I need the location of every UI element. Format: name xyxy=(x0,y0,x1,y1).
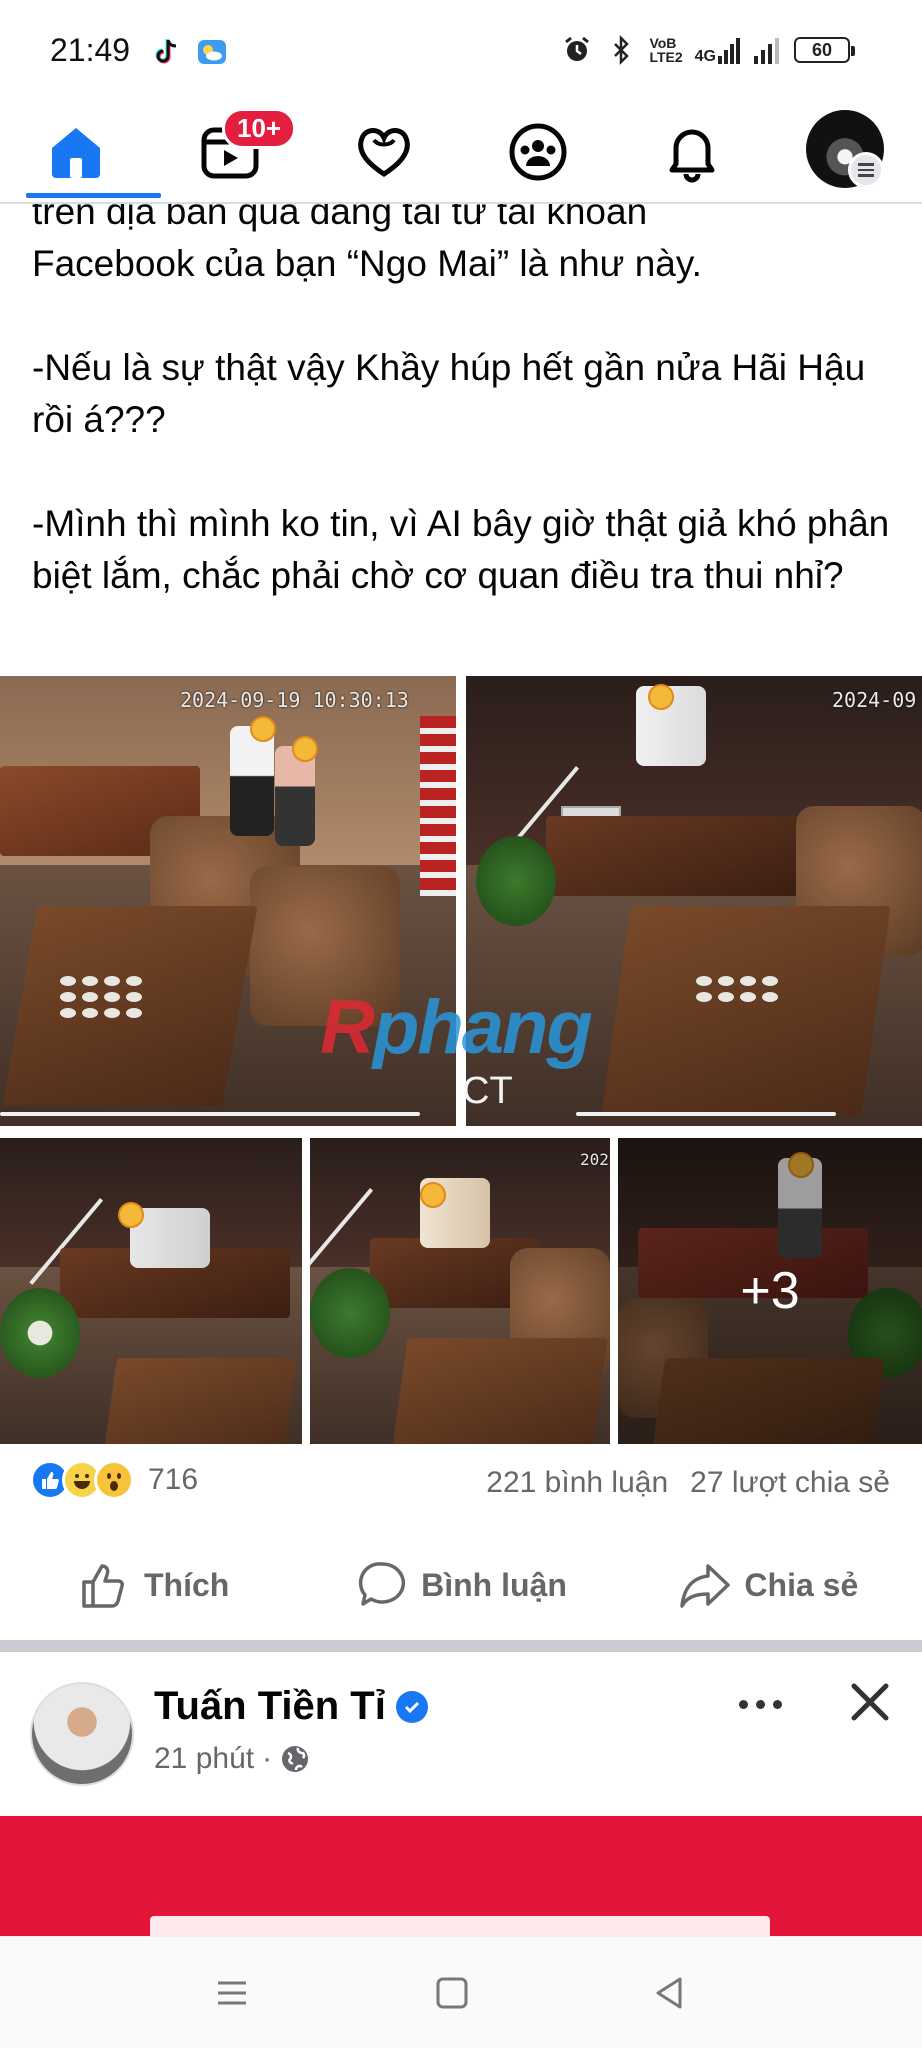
thumbs-up-icon xyxy=(82,1564,124,1608)
battery-level: 60 xyxy=(811,39,833,60)
comments-count[interactable]: 221 bình luận xyxy=(486,1466,668,1500)
wow-reaction-icon xyxy=(94,1460,134,1500)
comment-label: Bình luận xyxy=(421,1566,567,1603)
post-time: 21 phút xyxy=(154,1742,255,1775)
author-name: Tuấn Tiền Tỉ xyxy=(154,1684,386,1728)
status-left-icons xyxy=(150,36,228,68)
video-badge: 10+ xyxy=(222,108,297,149)
photo-timestamp: 2024-09 xyxy=(832,688,917,712)
nav-notifications[interactable] xyxy=(632,108,752,196)
groups-icon xyxy=(509,123,567,181)
weather-icon xyxy=(198,40,226,64)
like-button[interactable]: Thích xyxy=(0,1530,307,1640)
reaction-count: 716 xyxy=(148,1463,199,1496)
comment-bubble-icon xyxy=(358,1562,406,1606)
status-bar: 21:49 VoB LTE2 4G 60 xyxy=(0,0,922,100)
post-photo-4[interactable]: 202 xyxy=(310,1138,610,1444)
tiktok-icon xyxy=(155,39,177,64)
post-text-line: -Mình thì mình ko tin, vì AI bây giờ thậ… xyxy=(32,503,890,596)
share-button[interactable]: Chia sẻ xyxy=(615,1530,922,1640)
4g-signal-icon: 4G xyxy=(695,36,742,65)
dating-heart-icon xyxy=(358,128,410,177)
comment-button[interactable]: Bình luận xyxy=(307,1530,614,1640)
author-name-row[interactable]: Tuấn Tiền Tỉ xyxy=(154,1684,428,1729)
shares-count[interactable]: 27 lượt chia sẻ xyxy=(690,1466,890,1500)
volte-icon: VoB LTE2 xyxy=(649,35,683,65)
photo-progress-line xyxy=(576,1112,836,1116)
close-icon[interactable] xyxy=(846,1678,894,1726)
nav-active-indicator xyxy=(26,193,161,198)
photo-timestamp: 2024-09-19 10:30:13 xyxy=(180,688,409,712)
home-icon xyxy=(52,128,100,178)
post-stats: 221 bình luận 27 lượt chia sẻ xyxy=(486,1466,890,1500)
watermark-logo: Rphang xyxy=(320,985,593,1070)
more-photos-overlay[interactable]: +3 xyxy=(618,1138,922,1444)
more-options-button[interactable] xyxy=(728,1680,792,1728)
post-text-line: Facebook của bạn “Ngo Mai” là như này. xyxy=(32,243,702,284)
status-right-icons: VoB LTE2 4G 60 xyxy=(561,34,855,66)
ct-label: CT xyxy=(466,1070,513,1112)
post-photo-5[interactable]: +3 xyxy=(618,1138,922,1444)
facebook-nav-bar xyxy=(0,100,922,204)
post-actions: Thích Bình luận Chia sẻ xyxy=(0,1530,922,1640)
battery-icon: 60 xyxy=(794,37,855,63)
author-avatar[interactable] xyxy=(30,1682,134,1786)
public-globe-icon xyxy=(282,1746,309,1772)
recents-menu-icon[interactable] xyxy=(212,1973,252,2013)
share-arrow-icon xyxy=(680,1564,731,1608)
status-time: 21:49 xyxy=(50,32,131,68)
post-meta: 21 phút · xyxy=(154,1742,310,1776)
share-label: Chia sẻ xyxy=(744,1566,859,1603)
menu-icon[interactable] xyxy=(848,152,884,188)
back-triangle-icon[interactable] xyxy=(650,1973,690,2013)
nav-groups[interactable] xyxy=(478,108,598,196)
system-navigation-bar xyxy=(0,1936,922,2048)
post-text: trên địa bàn quá đăng tải từ tài khoản F… xyxy=(32,186,892,602)
notifications-bell-icon xyxy=(669,129,715,183)
like-label: Thích xyxy=(144,1566,230,1603)
more-photos-count: +3 xyxy=(740,1262,800,1320)
home-square-icon[interactable] xyxy=(432,1973,472,2013)
nav-dating[interactable] xyxy=(324,108,444,196)
photo-timestamp: 202 xyxy=(580,1150,609,1169)
nav-home[interactable] xyxy=(16,108,161,198)
photo-progress-line xyxy=(0,1112,420,1116)
post-text-line: -Nếu là sự thật vậy Khầy húp hết gần nửa… xyxy=(32,347,866,440)
meta-separator: · xyxy=(262,1742,273,1775)
post-divider xyxy=(0,1640,922,1652)
verified-badge-icon xyxy=(395,1690,428,1723)
reactions-summary[interactable]: 716 xyxy=(30,1460,198,1500)
post-image-banner[interactable] xyxy=(0,1816,922,1936)
bluetooth-icon xyxy=(614,34,630,66)
alarm-icon xyxy=(565,36,590,61)
post-photo-3[interactable] xyxy=(0,1138,302,1444)
signal-icon xyxy=(754,38,779,64)
